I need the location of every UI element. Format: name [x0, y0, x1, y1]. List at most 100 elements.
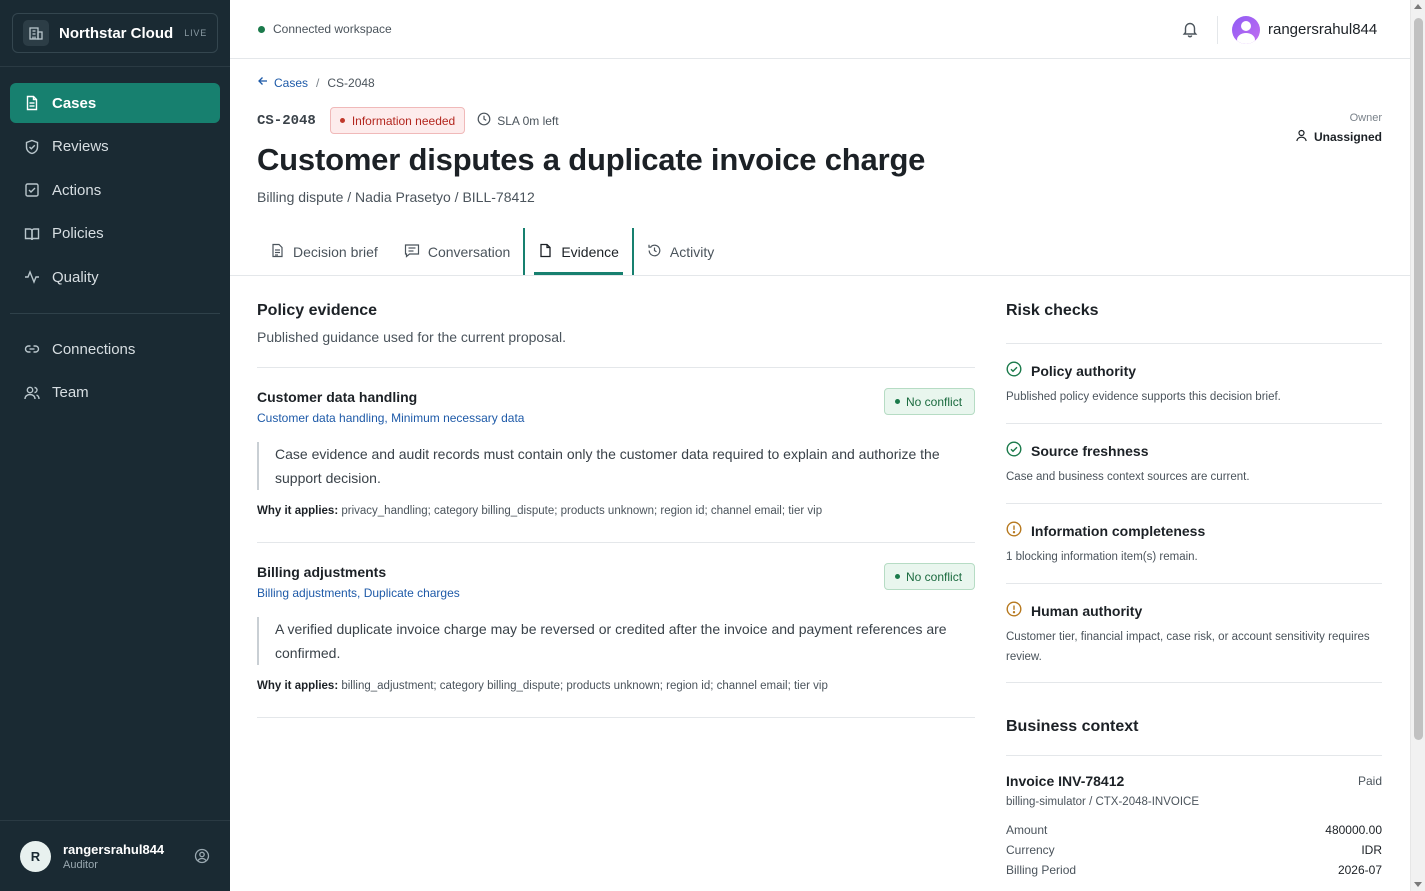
breadcrumb-separator: /	[316, 75, 320, 90]
sidebar-item-reviews[interactable]: Reviews	[10, 127, 220, 167]
sidebar-item-team[interactable]: Team	[10, 373, 220, 413]
sidebar-item-cases[interactable]: Cases	[10, 83, 220, 123]
tab-label: Activity	[669, 243, 715, 260]
tab-label: Decision brief	[293, 243, 378, 260]
risk-check-item: Source freshness Case and business conte…	[1006, 441, 1382, 487]
avatar: R	[20, 840, 51, 872]
sidebar-item-actions[interactable]: Actions	[10, 170, 220, 210]
user-icon	[1295, 129, 1314, 145]
divider	[1006, 343, 1382, 344]
risk-check-desc: 1 blocking information item(s) remain.	[1006, 551, 1198, 563]
divider	[257, 542, 975, 543]
avatar[interactable]	[1232, 16, 1260, 44]
field-value: 480000.00	[1325, 823, 1382, 837]
sidebar-item-label: Connections	[52, 340, 136, 358]
secondary-nav: Connections Team	[10, 329, 220, 416]
sla-indicator: SLA 0m left	[477, 112, 559, 129]
scrollbar-thumb[interactable]	[1414, 18, 1423, 740]
status-badge: No conflict	[884, 563, 975, 590]
sidebar-user-card: R rangersrahul844 Auditor	[0, 820, 230, 891]
status-dot	[895, 574, 900, 579]
sidebar-item-connections[interactable]: Connections	[10, 329, 220, 369]
scrollbar[interactable]	[1410, 0, 1425, 891]
context-field: Currency IDR	[1006, 843, 1382, 857]
sidebar-item-label: Actions	[52, 181, 102, 199]
sidebar-item-label: Policies	[52, 225, 104, 243]
user-menu[interactable]: rangersrahul844	[1268, 21, 1377, 38]
status-badge: No conflict	[884, 388, 975, 415]
policy-why: Why it applies: billing_adjustment; cate…	[257, 680, 828, 692]
check-circle-icon	[1006, 441, 1031, 460]
link-icon	[23, 340, 41, 358]
history-icon	[647, 243, 670, 261]
why-label: Why it applies:	[257, 680, 339, 692]
tab-activity[interactable]: Activity	[634, 228, 727, 275]
why-label: Why it applies:	[257, 505, 339, 517]
context-field: Billing Period 2026-07	[1006, 863, 1382, 877]
case-subtitle: Billing dispute / Nadia Prasetyo / BILL-…	[257, 189, 535, 205]
owner-label: Owner	[1349, 112, 1382, 124]
file-text-icon	[23, 94, 41, 112]
activity-icon	[23, 268, 41, 286]
invoice-title: Invoice INV-78412	[1006, 773, 1125, 789]
field-key: Currency	[1006, 843, 1055, 857]
risk-check-name: Information completeness	[1031, 522, 1206, 539]
risk-check-name: Source freshness	[1031, 442, 1149, 459]
divider	[257, 717, 975, 718]
divider	[1006, 755, 1382, 756]
scroll-down-arrow-icon[interactable]	[1414, 882, 1422, 887]
arrow-left-icon[interactable]	[257, 75, 269, 90]
document-icon	[270, 243, 293, 261]
shield-check-icon	[23, 138, 41, 156]
breadcrumb-current: CS-2048	[327, 75, 375, 90]
why-text: billing_adjustment; category billing_dis…	[341, 680, 828, 692]
scroll-up-arrow-icon[interactable]	[1414, 4, 1422, 9]
field-value: 2026-07	[1337, 863, 1382, 877]
divider	[1006, 423, 1382, 424]
sidebar-divider	[10, 313, 220, 314]
sidebar-item-quality[interactable]: Quality	[10, 257, 220, 297]
breadcrumb-cases-link[interactable]: Cases	[274, 76, 308, 90]
sidebar-item-policies[interactable]: Policies	[10, 214, 220, 254]
workspace-status: Connected workspace	[273, 22, 392, 36]
user-name: rangersrahul844	[63, 841, 165, 857]
status-text: No conflict	[906, 394, 963, 409]
divider	[257, 367, 975, 368]
status-dot	[339, 118, 345, 123]
section-title: Policy evidence	[257, 302, 378, 319]
policy-name: Billing adjustments	[257, 564, 387, 580]
divider	[1006, 503, 1382, 504]
risk-check-item: Information completeness 1 blocking info…	[1006, 521, 1382, 567]
policy-tags[interactable]: Customer data handling, Minimum necessar…	[257, 411, 524, 425]
tab-evidence[interactable]: Evidence	[523, 228, 634, 275]
tab-conversation[interactable]: Conversation	[391, 228, 524, 275]
field-value: IDR	[1361, 843, 1382, 857]
live-badge: LIVE	[184, 28, 207, 38]
policy-tags[interactable]: Billing adjustments, Duplicate charges	[257, 586, 460, 600]
sidebar: Northstar Cloud LIVE Cases Reviews Actio…	[0, 0, 230, 891]
page-title: Customer disputes a duplicate invoice ch…	[257, 142, 926, 177]
workspace-switcher[interactable]: Northstar Cloud LIVE	[12, 13, 218, 53]
tab-decision-brief[interactable]: Decision brief	[257, 228, 391, 275]
tabs-divider	[230, 275, 1410, 276]
app-name: Northstar Cloud	[59, 24, 174, 42]
status-text: No conflict	[906, 569, 963, 584]
alert-circle-icon	[1006, 521, 1031, 540]
tab-label: Conversation	[427, 243, 511, 260]
owner-selector[interactable]: Unassigned	[1295, 129, 1382, 145]
bell-icon[interactable]	[1181, 20, 1199, 38]
divider	[1006, 682, 1382, 683]
book-open-icon	[23, 225, 41, 243]
policy-why: Why it applies: privacy_handling; catego…	[257, 505, 822, 517]
sidebar-item-label: Quality	[52, 268, 99, 286]
primary-nav: Cases Reviews Actions Policies Quality	[10, 83, 220, 301]
user-circle-icon[interactable]	[194, 848, 210, 864]
divider	[1217, 16, 1218, 44]
breadcrumb: Cases / CS-2048	[257, 75, 375, 90]
section-subtitle: Published guidance used for the current …	[257, 329, 566, 345]
sidebar-divider	[0, 66, 230, 67]
sidebar-item-label: Team	[52, 384, 89, 402]
policy-text: A verified duplicate invoice charge may …	[257, 617, 975, 665]
section-title: Business context	[1006, 718, 1139, 735]
field-key: Amount	[1006, 823, 1048, 837]
